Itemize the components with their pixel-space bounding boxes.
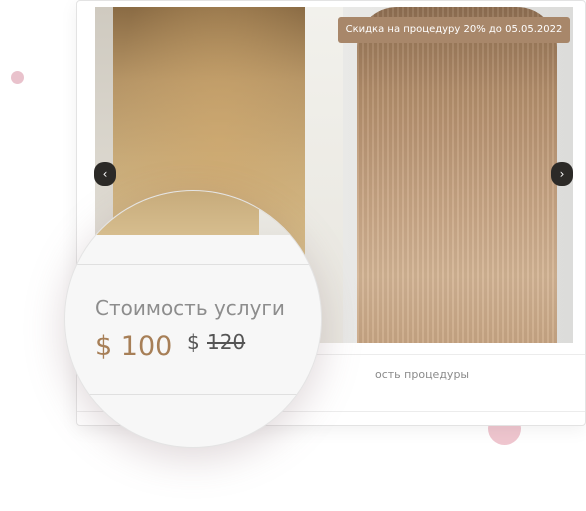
discount-badge: Скидка на процедуру 20% до 05.05.2022 (338, 17, 570, 43)
old-price: 120 (207, 330, 246, 354)
old-price-currency: $ (187, 330, 200, 354)
magnified-photo (65, 191, 321, 235)
price-magnifier: Стоимость услуги $ 100 $ 120 (64, 190, 322, 448)
slider-next-button[interactable]: › (551, 162, 573, 186)
after-photo (343, 7, 573, 343)
duration-label: ость процедуры (375, 368, 470, 381)
slider-prev-button[interactable]: ‹ (94, 162, 116, 186)
current-price: $ 100 (95, 331, 173, 362)
chevron-right-icon: › (559, 167, 565, 181)
chevron-left-icon: ‹ (102, 167, 108, 181)
divider (65, 264, 321, 265)
divider (65, 394, 321, 395)
price-label: Стоимость услуги (95, 296, 285, 320)
decor-dot-small (11, 71, 24, 84)
